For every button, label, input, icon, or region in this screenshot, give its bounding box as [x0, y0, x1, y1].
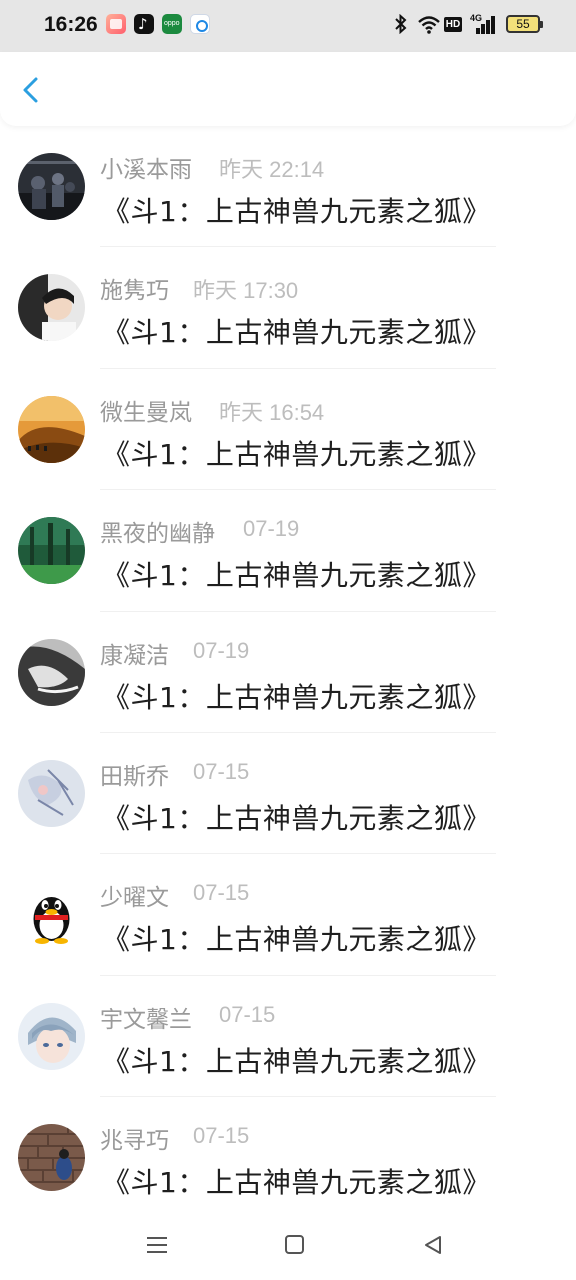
header-bar — [0, 52, 576, 126]
home-icon[interactable] — [285, 1235, 304, 1254]
list-item[interactable]: 宇文馨兰 07-15 《斗1：上古神兽九元素之狐》 — [0, 976, 576, 1098]
signal-bar — [491, 16, 495, 34]
sender-name: 小溪本雨 — [100, 157, 192, 183]
sender-name: 少曜文 — [100, 885, 169, 912]
signal-bar — [481, 24, 485, 34]
avatar[interactable] — [18, 517, 85, 585]
tiktok-icon — [134, 14, 154, 34]
message-text: 《斗1：上古神兽九元素之狐》 — [102, 316, 491, 350]
bluetooth-icon — [394, 13, 408, 39]
avatar[interactable] — [18, 1002, 85, 1070]
list-item[interactable]: 小溪本雨 昨天 22:14 《斗1：上古神兽九元素之狐》 — [0, 126, 576, 248]
message-time: 07-15 — [193, 880, 250, 906]
menu-icon[interactable] — [146, 1235, 168, 1255]
message-text: 《斗1：上古神兽九元素之狐》 — [102, 680, 491, 714]
message-text: 《斗1：上古神兽九元素之狐》 — [102, 437, 491, 471]
sender-name: 黑夜的幽静 — [100, 521, 215, 548]
qq-penguin-icon — [18, 881, 85, 949]
oppo-store-icon — [162, 14, 182, 34]
message-text: 《斗1：上古神兽九元素之狐》 — [102, 195, 491, 228]
status-bar: 16:26 HD 4G 55 — [0, 0, 576, 52]
avatar[interactable] — [18, 395, 85, 463]
avatar[interactable] — [18, 153, 85, 220]
message-time: 07-19 — [193, 637, 250, 663]
list-item[interactable]: 兆寻巧 07-15 《斗1：上古神兽九元素之狐》 — [0, 1097, 576, 1218]
hd-icon: HD — [444, 17, 462, 32]
list-item[interactable]: 田斯乔 07-15 《斗1：上古神兽九元素之狐》 — [0, 733, 576, 855]
sender-name: 宇文馨兰 — [100, 1006, 192, 1033]
browser-icon — [190, 14, 210, 34]
message-text: 《斗1：上古神兽九元素之狐》 — [102, 923, 491, 957]
status-time: 16:26 — [44, 13, 98, 36]
message-time: 昨天 22:14 — [219, 157, 325, 182]
message-time: 07-15 — [193, 758, 250, 784]
battery-icon: 55 — [506, 15, 543, 33]
chevron-left-icon — [23, 77, 38, 103]
message-time: 昨天 16:54 — [219, 399, 325, 425]
list-item[interactable]: 施隽巧 昨天 17:30 《斗1：上古神兽九元素之狐》 — [0, 247, 576, 369]
message-time: 07-15 — [193, 1123, 250, 1149]
wifi-icon — [418, 16, 440, 34]
avatar[interactable] — [18, 881, 85, 949]
message-text: 《斗1：上古神兽九元素之狐》 — [102, 1166, 491, 1200]
back-button[interactable] — [14, 72, 50, 108]
message-text: 《斗1：上古神兽九元素之狐》 — [102, 801, 491, 835]
avatar[interactable] — [18, 1124, 85, 1192]
message-list[interactable]: 小溪本雨 昨天 22:14 《斗1：上古神兽九元素之狐》 施隽巧 昨天 17:3… — [0, 126, 576, 1219]
list-item[interactable]: 康凝洁 07-19 《斗1：上古神兽九元素之狐》 — [0, 612, 576, 733]
message-time: 07-15 — [219, 1001, 276, 1027]
signal-bar — [476, 28, 480, 34]
back-triangle-icon[interactable] — [422, 1234, 444, 1256]
navigation-bar — [0, 1210, 576, 1280]
message-text: 《斗1：上古神兽九元素之狐》 — [102, 1044, 491, 1078]
sender-name: 施隽巧 — [100, 278, 169, 305]
signal-bar — [486, 20, 490, 34]
list-item[interactable]: 少曜文 07-15 《斗1：上古神兽九元素之狐》 — [0, 854, 576, 976]
sender-name: 田斯乔 — [100, 763, 169, 790]
avatar[interactable] — [18, 759, 85, 827]
network-type-label: 4G — [470, 13, 483, 23]
sender-name: 微生曼岚 — [100, 399, 192, 426]
sender-name: 康凝洁 — [100, 642, 169, 669]
gallery-icon — [106, 14, 126, 34]
list-item[interactable]: 微生曼岚 昨天 16:54 《斗1：上古神兽九元素之狐》 — [0, 369, 576, 491]
avatar[interactable] — [18, 274, 85, 342]
signal-4g-icon: 4G — [470, 13, 496, 34]
list-item[interactable]: 黑夜的幽静 07-19 《斗1：上古神兽九元素之狐》 — [0, 490, 576, 612]
message-text: 《斗1：上古神兽九元素之狐》 — [102, 559, 491, 593]
message-time: 07-19 — [243, 516, 300, 542]
message-time: 昨天 17:30 — [193, 278, 299, 304]
avatar[interactable] — [18, 638, 85, 706]
sender-name: 兆寻巧 — [100, 1128, 169, 1155]
